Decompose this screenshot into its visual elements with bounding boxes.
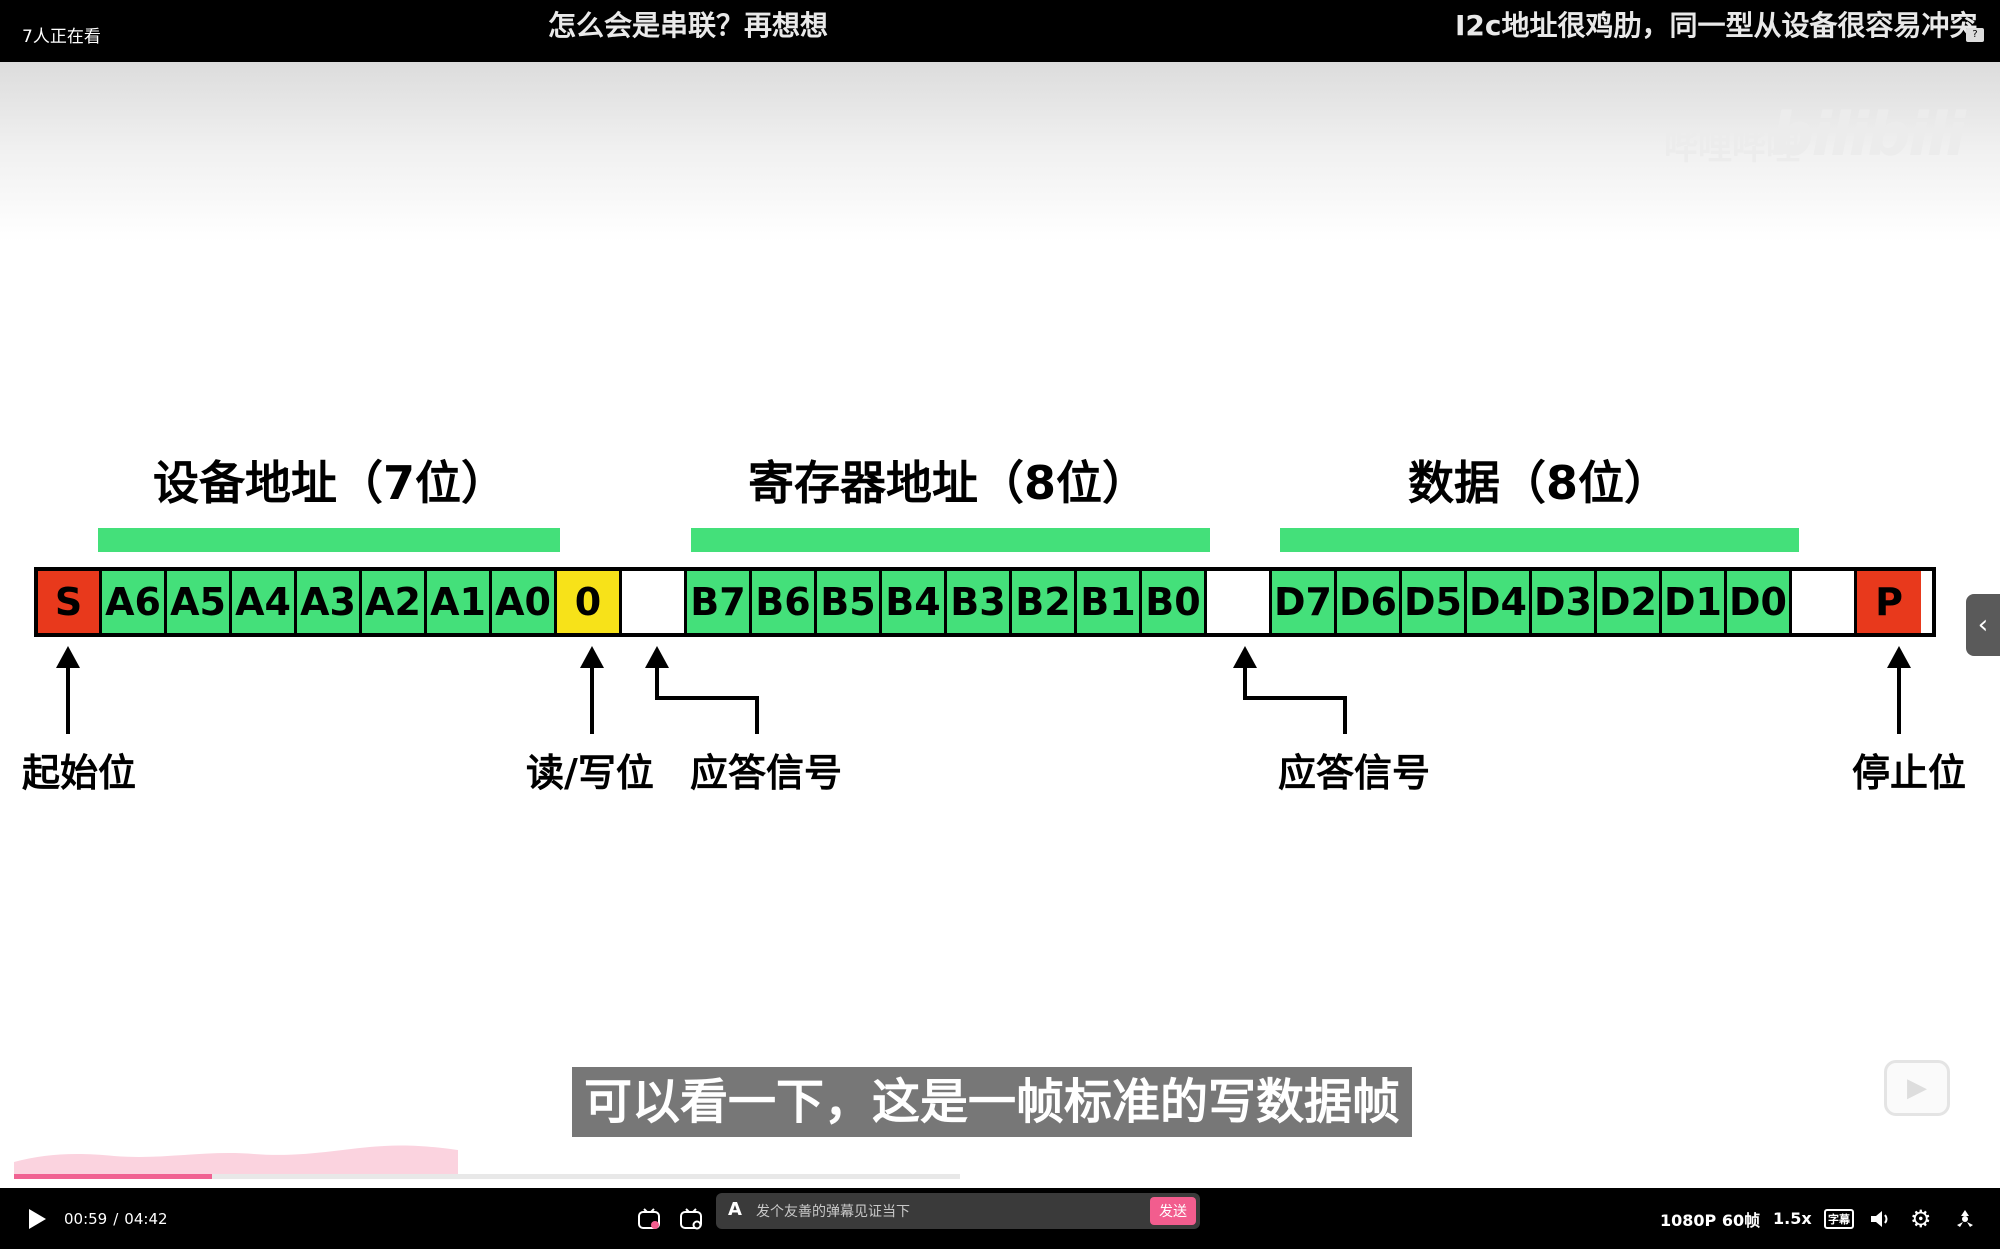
total-time: 04:42: [124, 1209, 168, 1228]
video-player[interactable]: 哔哩哔哩 bilibili 设备地址（7位） 寄存器地址（8位） 数据（8位） …: [0, 62, 2000, 1188]
danmaku-density-graph: [14, 1145, 458, 1178]
danmaku-input[interactable]: [756, 1193, 1096, 1229]
progress-fill: [14, 1174, 212, 1179]
volume-icon[interactable]: [1870, 1188, 1892, 1249]
danmaku-comment[interactable]: I2c地址很鸡肋，同一型从设备很容易冲突: [1455, 4, 1978, 44]
fullscreen-icon[interactable]: [1954, 1188, 1976, 1249]
time-display: 00:59 / 04:42: [64, 1188, 168, 1249]
mini-player-icon[interactable]: ▶: [1884, 1060, 1950, 1116]
quality-selector[interactable]: 1080P 60帧: [1660, 1188, 1760, 1249]
progress-bar[interactable]: [14, 1174, 960, 1179]
top-bar: 7人正在看 怎么会是串联？再想想 I2c地址很鸡肋，同一型从设备很容易冲突 ?: [0, 0, 2000, 62]
viewer-count: 7人正在看: [22, 27, 101, 47]
arrow-up-icon: [1233, 646, 1257, 668]
arrow-up-icon: [580, 646, 604, 668]
arrow-up-icon: [645, 646, 669, 668]
rw-bit-label: 读/写位: [526, 751, 654, 795]
danmaku-style-icon[interactable]: A: [728, 1199, 748, 1223]
ack-signal-label: 应答信号: [690, 751, 843, 795]
danmaku-comment[interactable]: 怎么会是串联？再想想: [548, 4, 828, 44]
current-time: 00:59: [64, 1209, 108, 1228]
help-icon[interactable]: ?: [1966, 28, 1984, 42]
play-button[interactable]: [24, 1188, 50, 1249]
gear-icon[interactable]: ⚙: [1910, 1188, 1932, 1249]
arrow-up-icon: [56, 646, 80, 668]
play-icon: [29, 1208, 46, 1229]
send-button[interactable]: 发送: [1150, 1197, 1196, 1225]
time-separator: /: [113, 1209, 119, 1228]
danmaku-settings-icon[interactable]: [676, 1188, 706, 1249]
arrow-up-icon: [1887, 646, 1911, 668]
subtitle: 可以看一下，这是一帧标准的写数据帧: [572, 1067, 1413, 1137]
signal-arrows: [56, 646, 1911, 734]
chevron-left-icon[interactable]: ‹: [1966, 594, 2000, 656]
stop-bit-label: 停止位: [1852, 751, 1967, 795]
danmaku-input-box: A 发送: [716, 1193, 1200, 1229]
speed-selector[interactable]: 1.5x: [1773, 1188, 1812, 1249]
start-bit-label: 起始位: [22, 751, 137, 795]
danmaku-toggle-icon[interactable]: [634, 1188, 664, 1249]
ack-signal-label: 应答信号: [1278, 751, 1431, 795]
subtitle-button[interactable]: 字幕: [1824, 1188, 1854, 1249]
cc-icon: 字幕: [1824, 1208, 1854, 1229]
